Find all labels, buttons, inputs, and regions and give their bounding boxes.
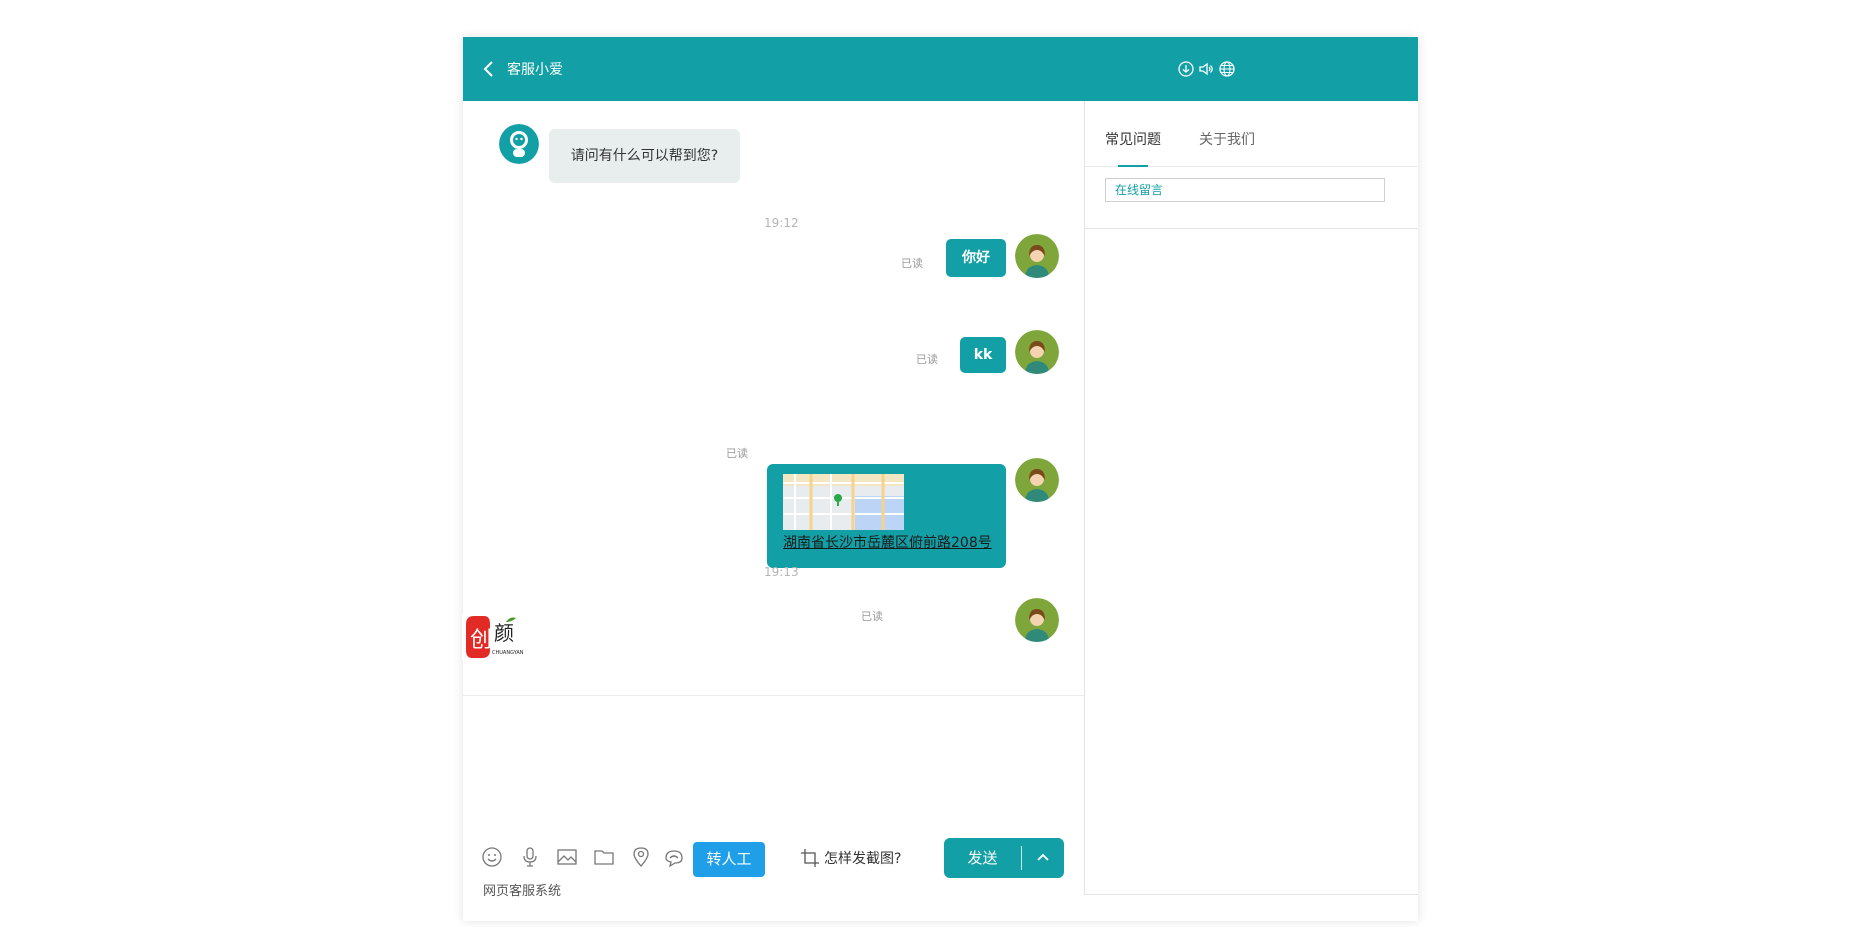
user-avatar	[1015, 458, 1059, 502]
image-icon[interactable]	[555, 845, 579, 869]
side-panel: 常见问题 关于我们 在线留言	[1084, 101, 1418, 895]
speaker-icon[interactable]	[1197, 60, 1215, 78]
location-message[interactable]: 湖南省长沙市岳麓区俯前路208号	[767, 464, 1006, 568]
read-status: 已读	[861, 610, 883, 623]
microphone-icon[interactable]	[518, 845, 542, 869]
send-options-button[interactable]	[1022, 838, 1064, 878]
timestamp: 19:13	[764, 565, 799, 579]
divider	[1085, 228, 1418, 229]
location-icon[interactable]	[629, 845, 653, 869]
active-tab-indicator	[1118, 165, 1148, 167]
read-status: 已读	[901, 257, 923, 270]
download-icon[interactable]	[1177, 60, 1195, 78]
map-thumbnail[interactable]	[783, 474, 904, 530]
crop-icon	[801, 849, 819, 867]
svg-text:颜: 颜	[494, 621, 514, 645]
chevron-left-icon	[483, 61, 493, 77]
footer-text: 网页客服系统	[483, 884, 562, 899]
evaluate-icon[interactable]	[663, 845, 687, 869]
tab-about-us[interactable]: 关于我们	[1199, 129, 1255, 149]
timestamp: 19:12	[764, 216, 799, 230]
user-message: kk	[960, 337, 1006, 373]
chat-header: 客服小爱	[463, 37, 1418, 101]
user-avatar	[1015, 234, 1059, 278]
tab-faq[interactable]: 常见问题	[1105, 129, 1161, 149]
send-button[interactable]: 发送	[944, 838, 1021, 878]
svg-text:CHUANGYAN: CHUANGYAN	[492, 650, 524, 656]
send-button-group: 发送	[944, 838, 1064, 878]
screenshot-help-label: 怎样发截图?	[824, 851, 902, 867]
user-avatar	[1015, 330, 1059, 374]
transfer-to-agent-button[interactable]: 转人工	[693, 842, 765, 877]
bot-avatar	[499, 124, 539, 164]
chevron-up-icon	[1037, 853, 1049, 861]
folder-icon[interactable]	[592, 845, 616, 869]
chat-window: 客服小爱 请问有什么可以帮到您? 19:12 已读 你好 已读 kk 已读 湖南…	[463, 37, 1418, 921]
user-message: 你好	[946, 239, 1006, 277]
screenshot-help-link[interactable]: 怎样发截图?	[800, 848, 901, 868]
emoji-icon[interactable]	[480, 845, 504, 869]
bot-message: 请问有什么可以帮到您?	[549, 129, 740, 183]
chat-message-area[interactable]: 请问有什么可以帮到您? 19:12 已读 你好 已读 kk 已读 湖南省长沙市岳…	[463, 101, 1084, 696]
read-status: 已读	[916, 353, 938, 366]
header-title: 客服小爱	[507, 62, 563, 78]
globe-icon[interactable]	[1218, 60, 1236, 78]
read-status: 已读	[726, 447, 748, 460]
location-address-link[interactable]: 湖南省长沙市岳麓区俯前路208号	[783, 532, 992, 552]
chuangyan-logo-image[interactable]: 创 颜 CHUANGYAN	[462, 614, 534, 660]
user-avatar	[1015, 598, 1059, 642]
svg-text:创: 创	[470, 628, 492, 653]
back-button[interactable]	[477, 57, 501, 81]
leave-message-link[interactable]: 在线留言	[1105, 178, 1385, 202]
